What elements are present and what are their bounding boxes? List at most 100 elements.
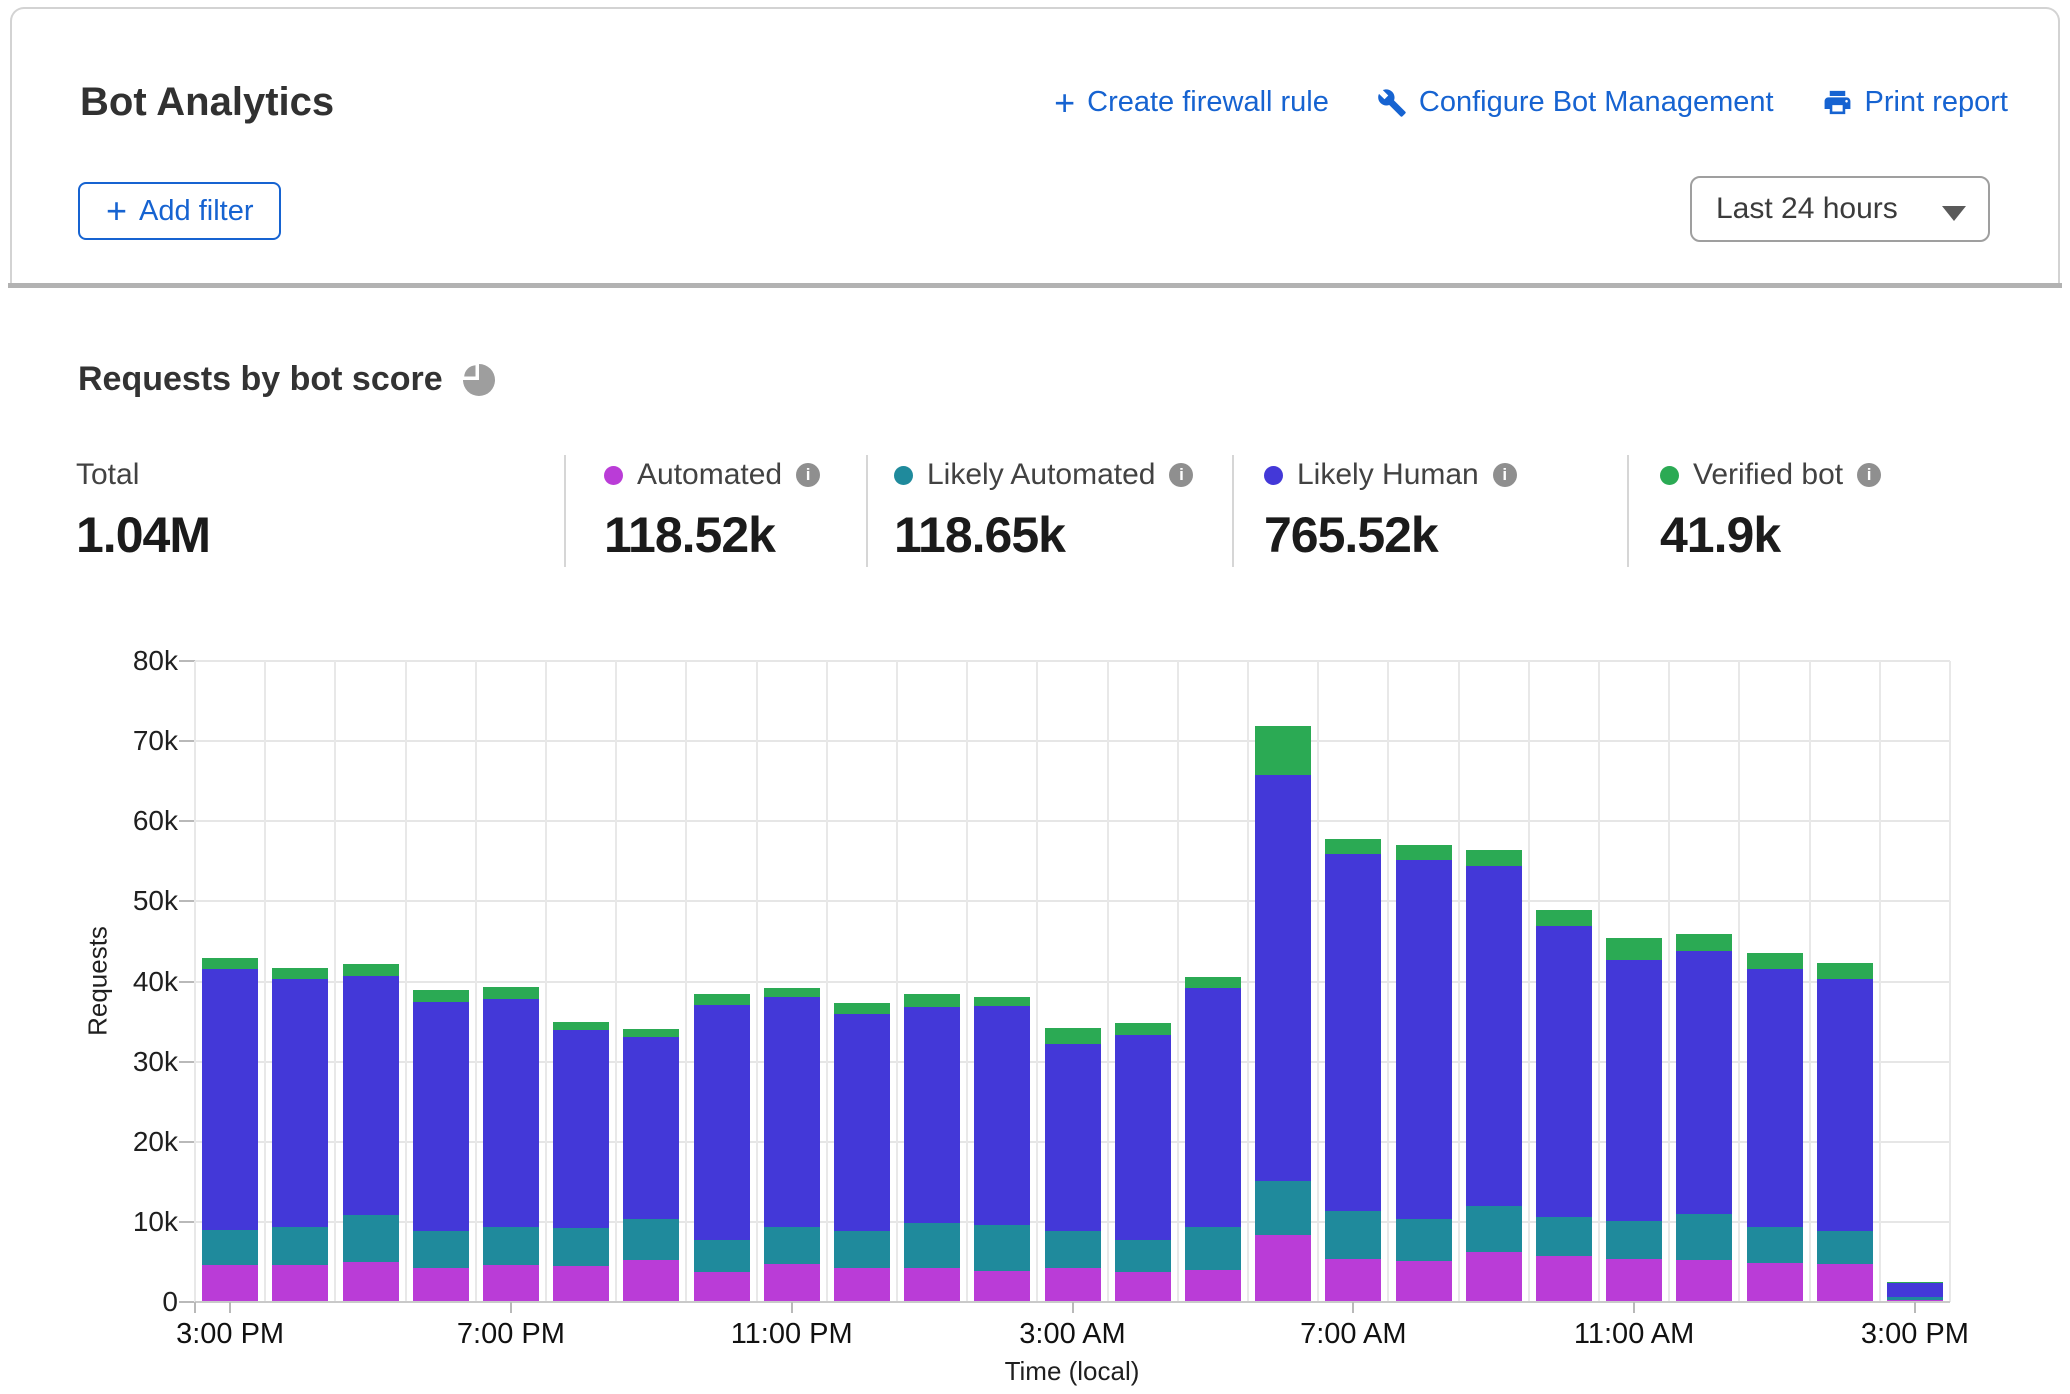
bar-segment-likely-automated: [1676, 1214, 1732, 1260]
bar-segment-likely-human: [1606, 960, 1662, 1221]
bar-700am[interactable]: [1325, 839, 1381, 1302]
bar-500am[interactable]: [1185, 977, 1241, 1302]
bar-segment-likely-automated: [1606, 1221, 1662, 1259]
bar-300pm[interactable]: [202, 958, 258, 1302]
bar-segment-automated: [623, 1260, 679, 1302]
bar-600pm[interactable]: [413, 990, 469, 1302]
bar-900am[interactable]: [1466, 850, 1522, 1302]
x-tick: [229, 1302, 231, 1313]
gridline: [1387, 661, 1389, 1302]
section-title: Requests by bot score: [78, 360, 443, 399]
bar-segment-likely-human: [272, 979, 328, 1227]
bar-1200am[interactable]: [834, 1003, 890, 1302]
pie-chart-icon: [461, 362, 497, 398]
stat-label: Likely Automated: [927, 458, 1155, 492]
bar-segment-likely-automated: [343, 1215, 399, 1262]
y-tick: [179, 820, 195, 822]
bar-200am[interactable]: [974, 997, 1030, 1302]
gridline: [896, 661, 898, 1302]
gridline: [826, 661, 828, 1302]
bar-1000am[interactable]: [1536, 910, 1592, 1302]
bar-200pm[interactable]: [1817, 963, 1873, 1302]
bar-segment-likely-human: [974, 1006, 1030, 1225]
info-icon[interactable]: i: [1493, 463, 1517, 487]
stat-value: 765.52k: [1264, 506, 1517, 564]
plus-icon: +: [1054, 88, 1075, 118]
bar-segment-likely-automated: [1466, 1206, 1522, 1252]
y-tick-label: 30k: [58, 1046, 178, 1078]
bot-analytics-page: Bot Analytics + Create firewall rule Con…: [0, 0, 2070, 1394]
bar-1100pm[interactable]: [764, 988, 820, 1302]
info-icon[interactable]: i: [1169, 463, 1193, 487]
bar-800am[interactable]: [1396, 845, 1452, 1302]
stat-value: 41.9k: [1660, 506, 1881, 564]
bar-900pm[interactable]: [623, 1029, 679, 1302]
print-report-link[interactable]: Print report: [1822, 86, 2008, 119]
bar-600am[interactable]: [1255, 726, 1311, 1302]
stat-verified-bot: Verified bot i 41.9k: [1660, 458, 1881, 564]
bar-segment-verified-bot: [1115, 1023, 1171, 1035]
gridline: [756, 661, 758, 1302]
add-filter-button[interactable]: + Add filter: [78, 182, 281, 240]
bar-400pm[interactable]: [272, 968, 328, 1302]
y-tick: [179, 1221, 195, 1223]
bar-1000pm[interactable]: [694, 994, 750, 1302]
bar-segment-verified-bot: [904, 994, 960, 1007]
x-tick-label: 3:00 PM: [176, 1318, 284, 1351]
likely-human-legend-dot: [1264, 466, 1283, 485]
gridline: [1949, 661, 1951, 1302]
bar-segment-likely-automated: [623, 1219, 679, 1260]
bar-segment-likely-human: [553, 1030, 609, 1228]
bar-100pm[interactable]: [1747, 953, 1803, 1302]
stat-likely-human: Likely Human i 765.52k: [1264, 458, 1517, 564]
gridline: [685, 661, 687, 1302]
bar-segment-automated: [1747, 1263, 1803, 1302]
bar-segment-verified-bot: [483, 987, 539, 999]
gridline: [1458, 661, 1460, 1302]
gridline: [195, 900, 1950, 902]
info-icon[interactable]: i: [1857, 463, 1881, 487]
bar-segment-automated: [764, 1264, 820, 1302]
bar-segment-likely-automated: [1817, 1231, 1873, 1263]
bar-segment-automated: [1676, 1260, 1732, 1302]
bar-segment-likely-automated: [904, 1223, 960, 1268]
y-tick: [179, 1301, 195, 1303]
gridline: [1247, 661, 1249, 1302]
bar-segment-likely-human: [1887, 1283, 1943, 1297]
bar-segment-likely-automated: [1396, 1219, 1452, 1261]
bar-300pm[interactable]: [1887, 1282, 1943, 1302]
bar-1200pm[interactable]: [1676, 934, 1732, 1302]
gridline: [1598, 661, 1600, 1302]
x-tick-label: 7:00 PM: [457, 1318, 565, 1351]
y-tick: [179, 740, 195, 742]
bar-segment-verified-bot: [974, 997, 1030, 1007]
bar-segment-likely-automated: [1887, 1297, 1943, 1300]
create-firewall-rule-link[interactable]: + Create firewall rule: [1054, 86, 1329, 119]
header-card: [10, 7, 2060, 285]
time-range-select[interactable]: Last 24 hours: [1690, 176, 1990, 242]
x-tick: [510, 1302, 512, 1313]
bar-segment-verified-bot: [1466, 850, 1522, 866]
x-tick-label: 3:00 PM: [1861, 1318, 1969, 1351]
bar-segment-likely-human: [1466, 866, 1522, 1206]
gridline: [1177, 661, 1179, 1302]
bar-300am[interactable]: [1045, 1028, 1101, 1302]
bar-100am[interactable]: [904, 994, 960, 1302]
bar-segment-likely-automated: [834, 1231, 890, 1267]
bar-1100am[interactable]: [1606, 938, 1662, 1302]
bar-segment-automated: [904, 1268, 960, 1302]
bar-400am[interactable]: [1115, 1023, 1171, 1302]
stat-value: 118.65k: [894, 506, 1193, 564]
gridline: [966, 661, 968, 1302]
configure-bot-management-link[interactable]: Configure Bot Management: [1377, 86, 1774, 119]
bar-segment-automated: [272, 1265, 328, 1302]
y-tick: [179, 1141, 195, 1143]
gridline: [1107, 661, 1109, 1302]
bar-700pm[interactable]: [483, 987, 539, 1302]
header-links: + Create firewall rule Configure Bot Man…: [1054, 86, 2008, 119]
info-icon[interactable]: i: [796, 463, 820, 487]
bar-800pm[interactable]: [553, 1022, 609, 1302]
bar-500pm[interactable]: [343, 964, 399, 1302]
gridline: [264, 661, 266, 1302]
stat-divider: [1232, 455, 1234, 567]
